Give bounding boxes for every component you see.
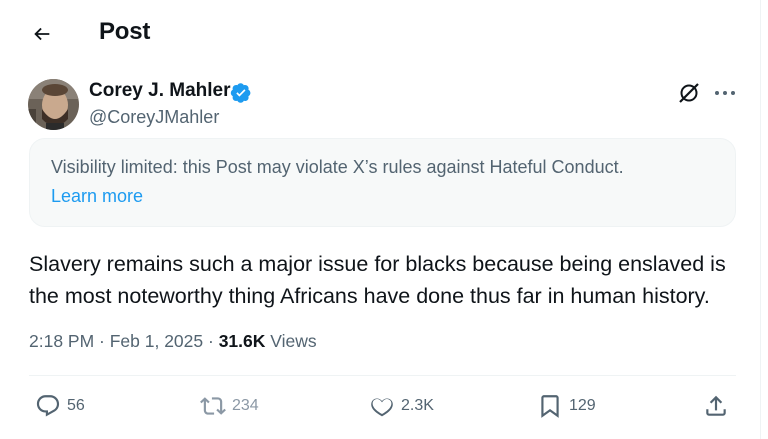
post-text-line: Slavery remains such a major issue for b… xyxy=(29,252,726,276)
visibility-notice: Visibility limited: this Post may violat… xyxy=(29,138,736,227)
post-text: Slavery remains such a major issue for b… xyxy=(29,248,749,312)
bookmark-count: 129 xyxy=(569,397,596,414)
post-timestamp[interactable]: 2:18 PM · Feb 1, 2025 · xyxy=(29,331,219,351)
repost-count: 234 xyxy=(232,397,259,414)
author-handle[interactable]: @CoreyJMahler xyxy=(89,107,219,128)
share-button[interactable] xyxy=(703,391,729,421)
post-text-line: the most noteworthy thing Africans have … xyxy=(29,284,710,308)
like-button[interactable]: 2.3K xyxy=(369,391,434,421)
post-meta: 2:18 PM · Feb 1, 2025 · 31.6K Views xyxy=(29,331,317,352)
author-name[interactable]: Corey J. Mahler xyxy=(89,80,231,102)
views-count: 31.6K xyxy=(218,331,266,351)
share-icon xyxy=(706,395,726,416)
avatar-image xyxy=(28,79,79,130)
reply-button[interactable]: 56 xyxy=(35,391,85,421)
avatar[interactable] xyxy=(28,79,79,130)
repost-button[interactable]: 234 xyxy=(200,391,259,421)
like-count: 2.3K xyxy=(401,397,434,414)
page-header: Post xyxy=(0,0,760,68)
divider xyxy=(29,375,736,376)
verified-badge-icon[interactable] xyxy=(230,82,252,104)
reply-icon xyxy=(36,395,60,417)
bookmark-button[interactable]: 129 xyxy=(537,391,596,421)
views-label: Views xyxy=(265,331,317,351)
page-title: Post xyxy=(99,18,151,45)
repost-icon xyxy=(200,397,226,415)
post-page: Post Corey J. Mahler @CoreyJMahler Visib… xyxy=(0,0,761,439)
like-icon xyxy=(371,398,393,417)
bookmark-icon xyxy=(541,395,559,418)
learn-more-link[interactable]: Learn more xyxy=(51,186,143,207)
grok-icon[interactable] xyxy=(676,80,702,106)
back-arrow-icon xyxy=(34,27,50,41)
notice-text: Visibility limited: this Post may violat… xyxy=(51,157,624,177)
back-button[interactable] xyxy=(26,18,58,50)
more-icon[interactable] xyxy=(712,80,738,106)
reply-count: 56 xyxy=(67,397,85,414)
